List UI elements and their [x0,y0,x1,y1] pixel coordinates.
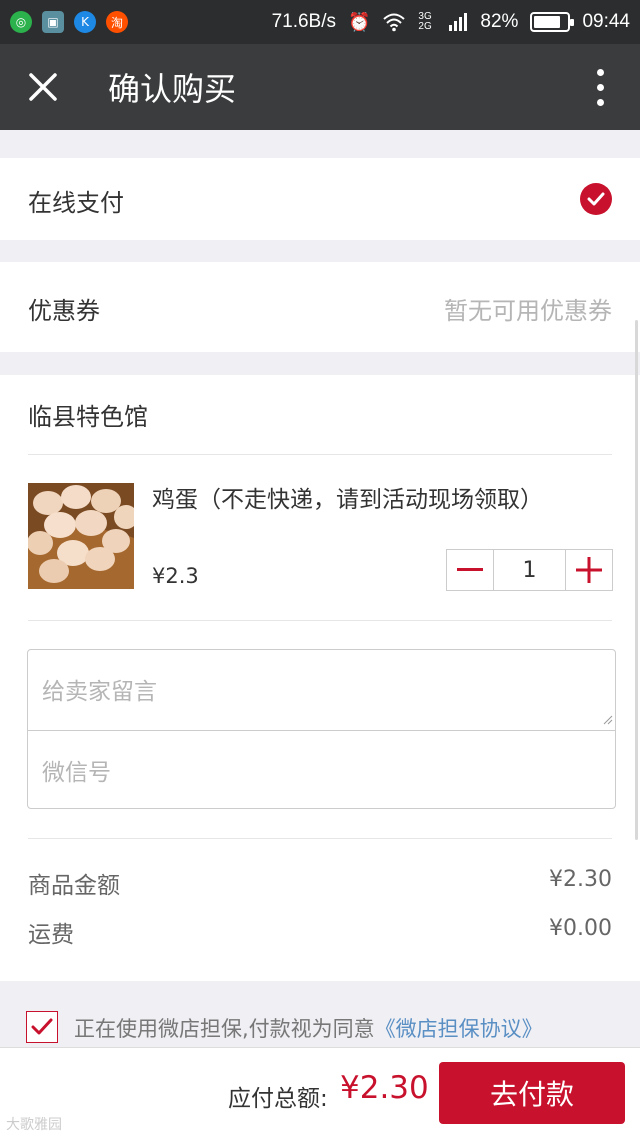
scrollbar[interactable] [635,320,638,840]
plus-icon [576,557,602,583]
divider [28,620,612,621]
agreement-checkbox[interactable] [26,1011,58,1043]
watermark: 大歌雅园 [6,1117,62,1133]
battery-percent: 82% [480,11,519,32]
agreement-link[interactable]: 《微店担保协议》 [375,1017,543,1041]
pay-button[interactable]: 去付款 [439,1062,625,1124]
taobao-app-icon: 淘 [106,11,128,33]
wechat-app-icon: ◎ [10,11,32,33]
battery-level [534,16,560,28]
clock: 09:44 [582,11,630,32]
wifi-icon [383,13,406,32]
shipping-label: 运费 [28,922,74,948]
nav-bar: 确认购买 [0,44,640,130]
notification-icons: ◎ ▣ K 淘 [10,11,128,33]
page-title: 确认购买 [108,70,237,108]
total-label: 应付总额: [228,1086,328,1112]
product-price: ¥2.3 [152,564,199,588]
more-menu-button[interactable] [560,68,640,106]
resize-grip-icon[interactable] [603,715,613,725]
check-icon [31,1018,53,1035]
coupon-row[interactable]: 优惠券 暂无可用优惠券 [0,262,640,352]
product-image [28,483,134,589]
minus-icon [457,568,483,571]
quantity-value[interactable]: 1 [493,550,566,590]
wechat-id-field[interactable]: 微信号 [28,730,615,810]
gallery-app-icon: ▣ [42,11,64,33]
more-dot-icon [596,68,604,76]
decrease-button[interactable] [447,550,493,590]
shipping-value: ¥0.00 [549,916,612,941]
network-type-label: 3G 2G [418,11,432,32]
product-name[interactable]: 鸡蛋（不走快递，请到活动现场领取） [152,480,543,514]
net-speed: 71.6B/s [271,11,336,32]
checkout-bar: 应付总额: ¥2.30 去付款 大歌雅园 [0,1047,640,1138]
agreement-text: 正在使用微店担保,付款视为同意《微店担保协议》 [74,1013,543,1043]
message-box: 给卖家留言 微信号 [27,649,616,809]
increase-button[interactable] [566,550,612,590]
k-app-icon: K [74,11,96,33]
divider [28,454,612,455]
more-dot-icon [596,98,604,106]
signal-icon [449,13,468,31]
shop-name: 临县特色馆 [28,403,148,431]
status-bar: ◎ ▣ K 淘 71.6B/s ⏰ 3G 2G 82% 09:44 [0,0,640,44]
agreement-statement: 正在使用微店担保,付款视为同意 [74,1017,375,1041]
close-button[interactable] [0,44,86,130]
payment-method-row[interactable]: 在线支付 [0,158,640,240]
goods-amount-value: ¥2.30 [549,867,612,892]
total-value: ¥2.30 [340,1070,429,1106]
coupon-value: 暂无可用优惠券 [444,297,612,325]
payment-method-label: 在线支付 [28,189,124,217]
payment-selected-check-icon[interactable] [580,183,612,215]
more-dot-icon [596,83,604,91]
coupon-label: 优惠券 [28,297,100,325]
close-icon [29,73,57,101]
battery-icon [530,12,575,32]
goods-amount-label: 商品金额 [28,873,120,899]
seller-note-field[interactable]: 给卖家留言 [28,650,615,730]
quantity-stepper: 1 [446,549,613,591]
divider [28,838,612,839]
alarm-icon: ⏰ [348,11,371,32]
